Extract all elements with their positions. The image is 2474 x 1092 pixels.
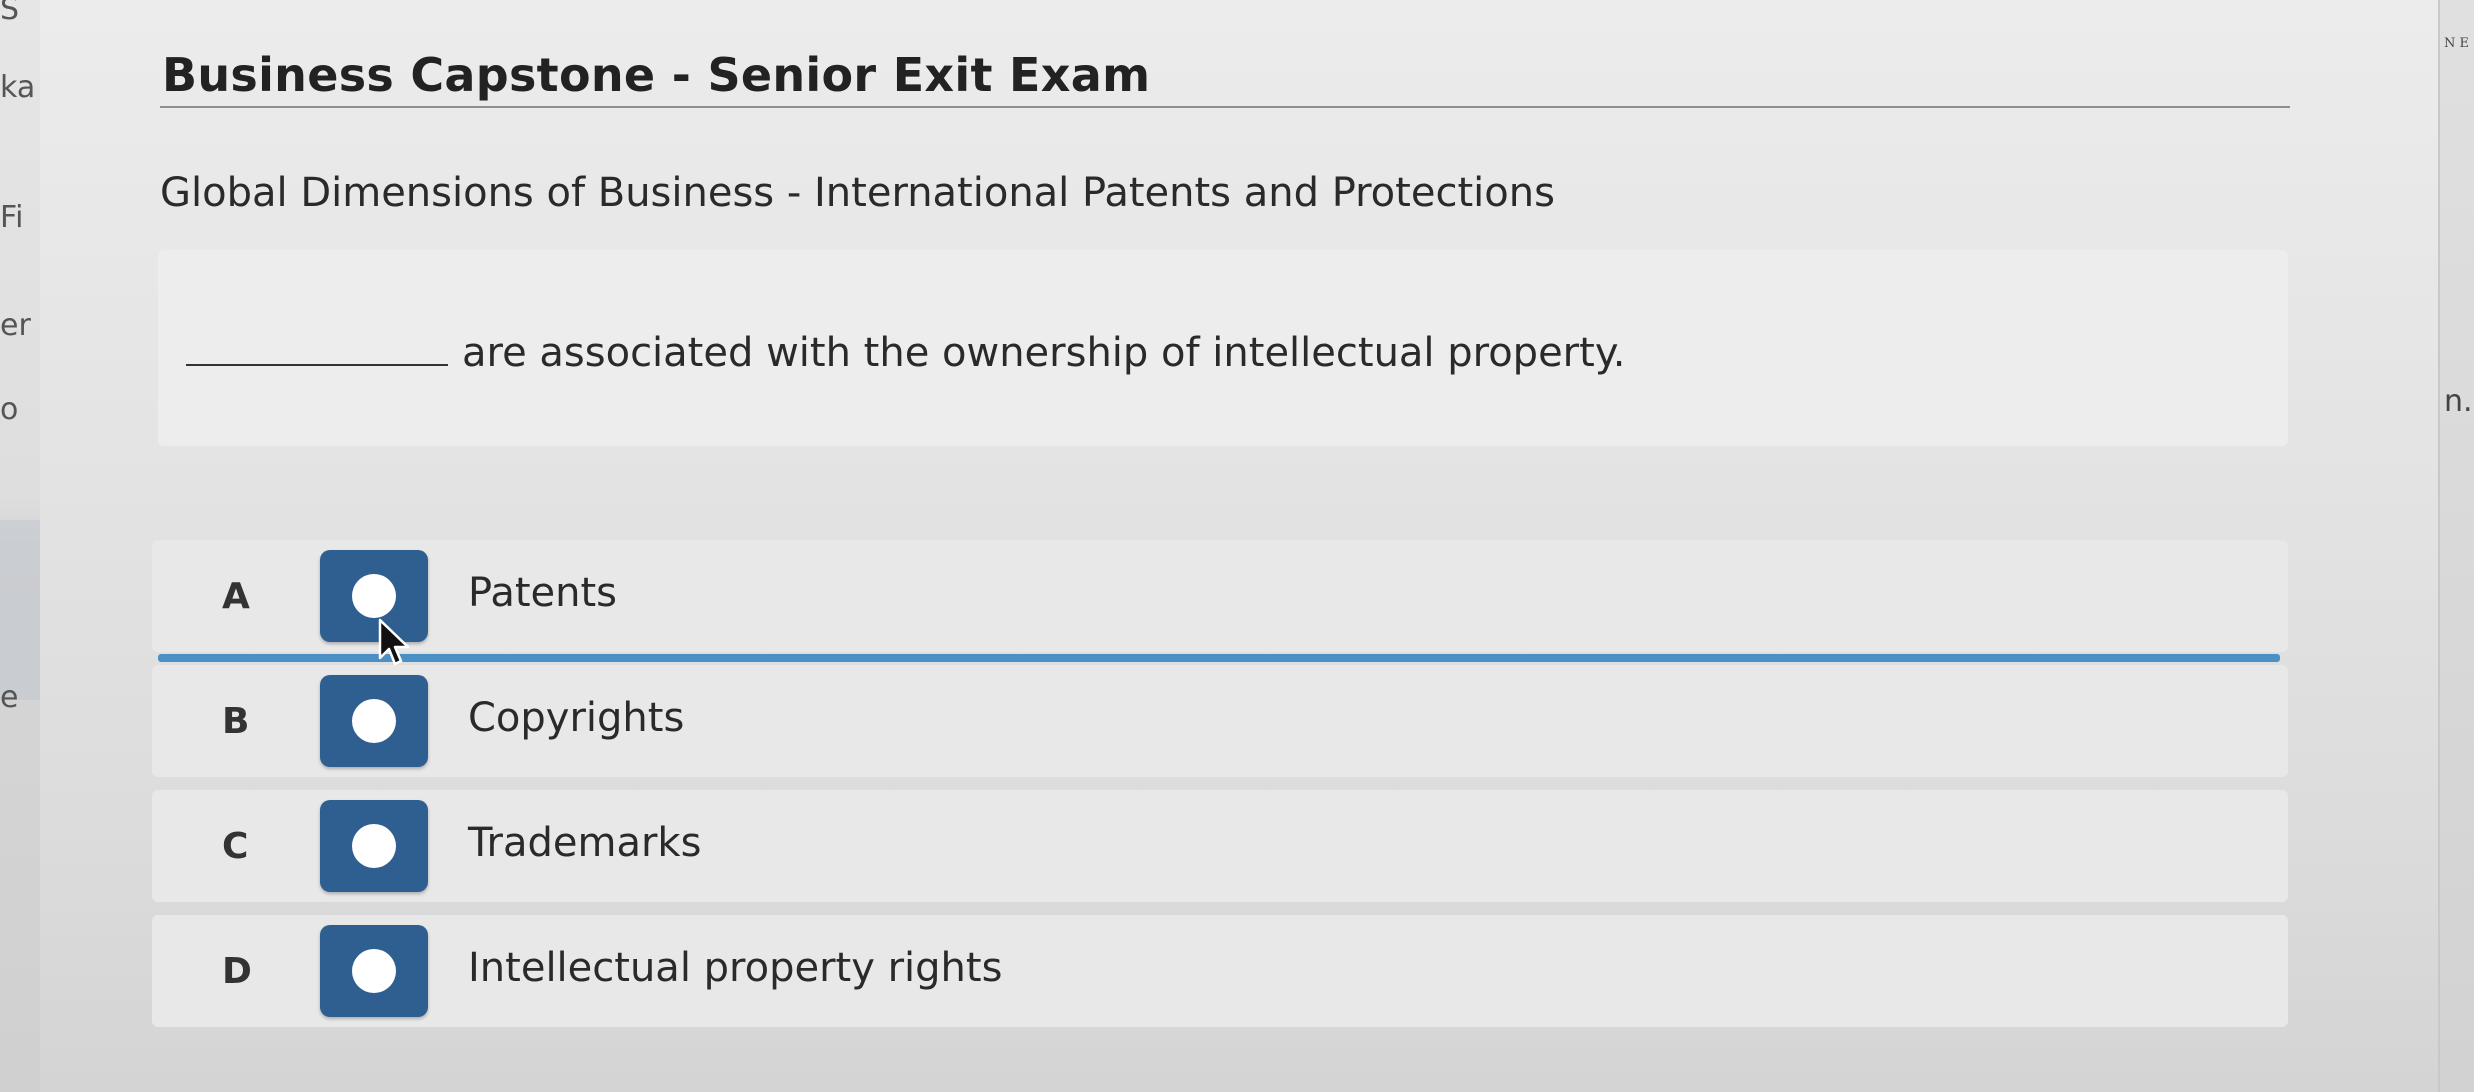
title-divider bbox=[160, 106, 2290, 108]
answer-option-b[interactable]: B Copyrights bbox=[152, 665, 2288, 777]
answer-label: Patents bbox=[468, 570, 618, 616]
mouse-pointer-icon bbox=[378, 618, 410, 666]
background-fragment: n. bbox=[2444, 384, 2473, 419]
answer-letter: C bbox=[222, 826, 249, 867]
question-prompt: are associated with the ownership of int… bbox=[186, 330, 1626, 376]
answer-label: Trademarks bbox=[468, 820, 702, 866]
background-highlight-band bbox=[0, 520, 40, 700]
answer-radio-button[interactable] bbox=[320, 925, 428, 1017]
radio-circle-icon bbox=[352, 699, 396, 743]
answer-option-c[interactable]: C Trademarks bbox=[152, 790, 2288, 902]
background-fragment: S bbox=[0, 0, 20, 27]
answer-radio-button[interactable] bbox=[320, 675, 428, 767]
answer-letter: D bbox=[222, 951, 252, 992]
radio-circle-icon bbox=[352, 824, 396, 868]
question-text: are associated with the ownership of int… bbox=[462, 330, 1626, 376]
radio-circle-icon bbox=[352, 574, 396, 618]
answer-letter: A bbox=[222, 576, 250, 617]
background-fragment: er bbox=[0, 308, 31, 343]
background-fragment: Fi bbox=[0, 200, 24, 235]
fill-in-blank bbox=[186, 330, 448, 366]
answer-letter: B bbox=[222, 701, 250, 742]
answer-label: Intellectual property rights bbox=[468, 945, 1003, 991]
answer-label: Copyrights bbox=[468, 695, 685, 741]
answer-option-d[interactable]: D Intellectual property rights bbox=[152, 915, 2288, 1027]
background-window-right: N E n. bbox=[2438, 0, 2474, 1092]
answer-option-a[interactable]: A Patents bbox=[152, 540, 2288, 662]
background-fragment: ka bbox=[0, 70, 36, 105]
background-fragment: e bbox=[0, 680, 19, 715]
question-panel: are associated with the ownership of int… bbox=[158, 250, 2288, 446]
answer-radio-button[interactable] bbox=[320, 800, 428, 892]
background-fragment: o bbox=[0, 392, 19, 427]
radio-circle-icon bbox=[352, 949, 396, 993]
background-fragment: N E bbox=[2444, 36, 2469, 51]
background-window-left: S ka Fi er o e bbox=[0, 0, 40, 1092]
question-topic: Global Dimensions of Business - Internat… bbox=[160, 170, 1555, 216]
page-title: Business Capstone - Senior Exit Exam bbox=[162, 48, 1151, 102]
